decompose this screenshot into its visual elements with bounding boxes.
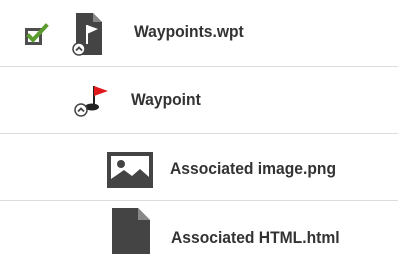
tree-row-waypoints-file[interactable]: Waypoints.wpt [0,0,398,66]
tree-item-label: Waypoint [131,90,201,109]
tree-item-label: Associated image.png [170,159,337,178]
html-file-icon [112,208,150,254]
checkbox-checked-icon[interactable] [24,23,50,47]
tree-item-label: Associated HTML.html [171,228,340,247]
waypoint-flag-icon [74,86,108,117]
tree-row-waypoint[interactable]: Waypoint [0,67,398,133]
tree-row-associated-html[interactable]: Associated HTML.html [0,201,398,255]
waypoints-file-icon [72,13,102,56]
tree-row-associated-image[interactable]: Associated image.png [0,134,398,200]
image-file-icon [107,152,153,188]
tree-item-label: Waypoints.wpt [134,22,244,41]
file-tree: Waypoints.wpt Waypoint Associated image.… [0,0,398,255]
